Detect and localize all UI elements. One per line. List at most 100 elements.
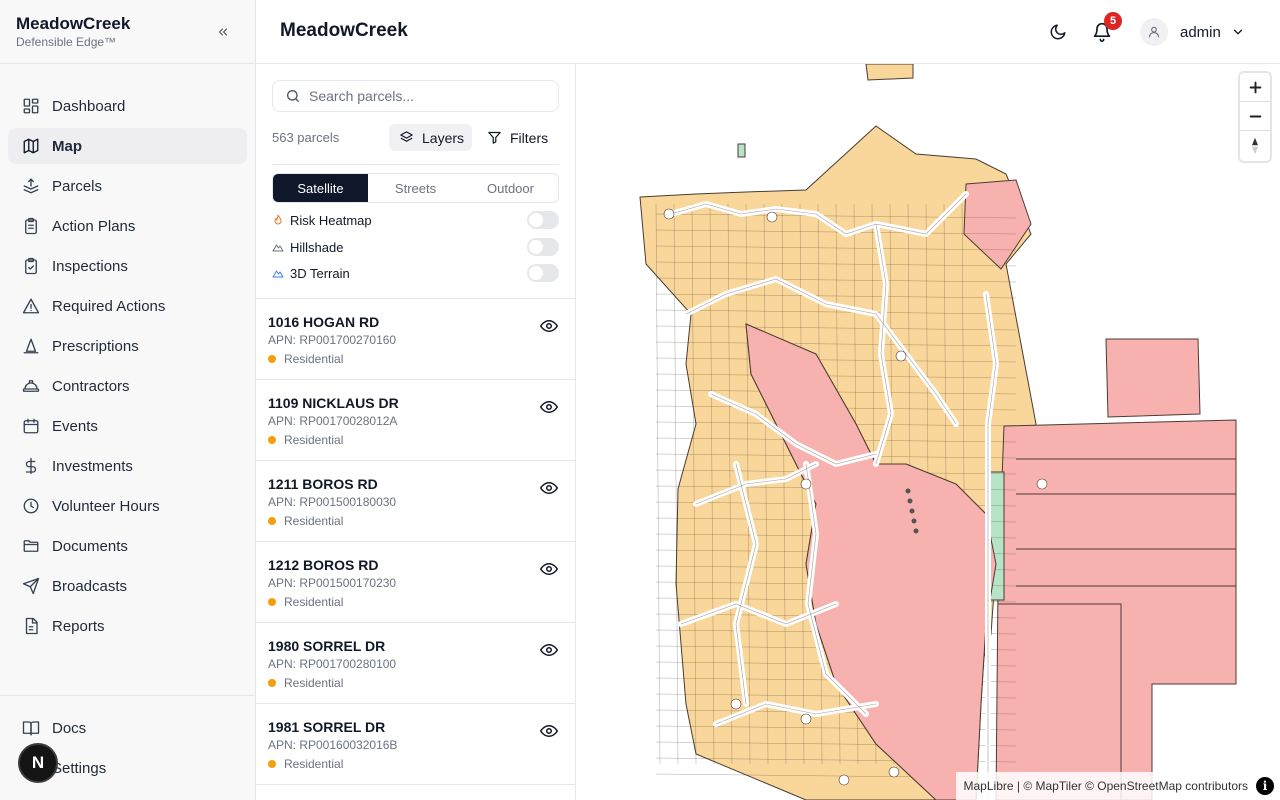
search-icon: [287, 90, 299, 102]
chevron-down-icon: [1233, 29, 1243, 35]
layers-label: Layers: [422, 129, 465, 146]
eye-icon[interactable]: [540, 722, 558, 740]
map-icon: [23, 138, 39, 154]
parcel-type: Residential: [268, 352, 343, 366]
sidebar-item-documents[interactable]: Documents: [8, 528, 247, 564]
eye-icon[interactable]: [540, 479, 558, 497]
cul-de-sac: [663, 208, 675, 220]
sidebar-item-prescriptions[interactable]: Prescriptions: [8, 328, 247, 364]
reset-bearing-button[interactable]: [1240, 131, 1270, 160]
sidebar-item-investments[interactable]: Investments: [8, 448, 247, 484]
sidebar-item-label: Contractors: [52, 377, 130, 395]
cone-icon: [23, 338, 39, 354]
sidebar-item-events[interactable]: Events: [8, 408, 247, 444]
sidebar-item-label: Action Plans: [52, 217, 136, 235]
eye-icon[interactable]: [540, 560, 558, 578]
hillshade-toggle[interactable]: [527, 238, 559, 256]
sidebar-item-map[interactable]: Map: [8, 128, 247, 164]
parcel-type-label: Residential: [284, 676, 344, 690]
info-icon[interactable]: i: [1256, 777, 1274, 795]
structure-marker: [913, 528, 919, 534]
calendar-icon: [23, 418, 39, 434]
sidebar-item-parcels[interactable]: Parcels: [8, 168, 247, 204]
sidebar-item-inspections[interactable]: Inspections: [8, 248, 247, 284]
cul-de-sac: [800, 478, 812, 490]
sidebar-item-label: Required Actions: [52, 297, 166, 315]
parcel-type-label: Residential: [284, 514, 344, 528]
status-dot: [268, 760, 276, 768]
parcel-list-item[interactable]: 1981 SORREL DR APN: RP00160032016B Residen…: [256, 704, 575, 785]
basemap-outdoor[interactable]: Outdoor: [463, 174, 558, 202]
high-risk-estates: [995, 419, 1237, 800]
risk-heatmap-toggle[interactable]: [527, 211, 559, 229]
search-input[interactable]: [309, 88, 549, 104]
layer-hillshade: Hillshade: [272, 237, 559, 257]
sidebar-item-label: Volunteer Hours: [52, 497, 160, 515]
eye-icon[interactable]: [540, 317, 558, 335]
3d-terrain-toggle[interactable]: [527, 264, 559, 282]
cul-de-sac: [730, 698, 742, 710]
user-avatar-button[interactable]: N: [18, 743, 58, 783]
cul-de-sac: [838, 774, 850, 786]
sidebar-item-label: Events: [52, 417, 98, 435]
map-canvas[interactable]: MapLibre | © MapTiler © OpenStreetMap co…: [576, 64, 1280, 800]
zoom-in-button[interactable]: [1240, 73, 1270, 102]
status-dot: [268, 598, 276, 606]
sidebar-item-volunteer-hours[interactable]: Volunteer Hours: [8, 488, 247, 524]
high-risk-parcel: [1105, 338, 1201, 418]
mountain-icon: [272, 244, 284, 252]
status-dot: [268, 436, 276, 444]
app: MeadowCreek Defensible Edge™ Dashboard M…: [0, 0, 1280, 800]
parcel-list-item[interactable]: 1016 HOGAN RD APN: RP001700270160 Resident…: [256, 299, 575, 380]
zoom-out-button[interactable]: [1240, 102, 1270, 131]
parcel-address: 1016 HOGAN RD: [268, 314, 380, 330]
eye-icon[interactable]: [540, 641, 558, 659]
sidebar-item-broadcasts[interactable]: Broadcasts: [8, 568, 247, 604]
sidebar-item-contractors[interactable]: Contractors: [8, 368, 247, 404]
clock-icon: [23, 498, 39, 514]
user-icon: [1148, 26, 1160, 38]
parcel-list-item[interactable]: 1211 BOROS RD APN: RP001500180030 Resident…: [256, 461, 575, 542]
green-parcel: [737, 143, 746, 158]
parcel-address: 1981 SORREL DR: [268, 719, 386, 735]
parcel-type: Residential: [268, 595, 343, 609]
collapse-sidebar-button[interactable]: [213, 22, 233, 42]
theme-toggle-button[interactable]: [1046, 20, 1070, 44]
brand-tagline: Defensible Edge™: [16, 35, 117, 49]
page-title: MeadowCreek: [280, 20, 408, 41]
parcel-apn: APN: RP001500180030: [268, 495, 397, 509]
sidebar-item-required-actions[interactable]: Required Actions: [8, 288, 247, 324]
file-icon: [25, 617, 38, 635]
filters-label: Filters: [510, 129, 549, 146]
parcel-list-item[interactable]: 1109 NICKLAUS DR APN: RP00170028012A Resid…: [256, 380, 575, 461]
parcel-map[interactable]: [576, 64, 1280, 800]
layers-button[interactable]: Layers: [389, 124, 472, 151]
basemap-satellite[interactable]: Satellite: [273, 174, 368, 202]
warning-icon: [22, 298, 40, 314]
sidebar-item-action-plans[interactable]: Action Plans: [8, 208, 247, 244]
minus-icon: [1249, 115, 1261, 117]
chevrons-left-icon: [218, 28, 228, 36]
parcel-list-item[interactable]: 1212 BOROS RD APN: RP001500170230 Resident…: [256, 542, 575, 623]
sidebar-item-docs[interactable]: Docs: [8, 710, 247, 746]
parcel-list-item[interactable]: 1980 SORREL DR APN: RP001700280100 Residen…: [256, 623, 575, 704]
user-name: admin: [1180, 23, 1221, 41]
layer-label: Hillshade: [290, 239, 344, 255]
flame-icon: [274, 214, 282, 225]
user-menu[interactable]: admin: [1140, 18, 1245, 46]
status-dot: [268, 517, 276, 525]
basemap-switcher: Satellite Streets Outdoor: [272, 173, 559, 203]
structure-marker: [905, 488, 911, 494]
basemap-streets[interactable]: Streets: [368, 174, 463, 202]
parcel-type: Residential: [268, 676, 343, 690]
plus-icon: [1249, 81, 1261, 93]
eye-icon[interactable]: [540, 398, 558, 416]
sidebar-item-label: Broadcasts: [52, 577, 128, 595]
sidebar-item-reports[interactable]: Reports: [8, 608, 247, 644]
brand: MeadowCreek Defensible Edge™: [0, 0, 255, 64]
filters-button[interactable]: Filters: [484, 124, 564, 151]
sidebar-item-label: Inspections: [52, 257, 128, 275]
brand-name: MeadowCreek: [16, 14, 131, 33]
sidebar-item-dashboard[interactable]: Dashboard: [8, 88, 247, 124]
parcel-type-label: Residential: [284, 595, 344, 609]
